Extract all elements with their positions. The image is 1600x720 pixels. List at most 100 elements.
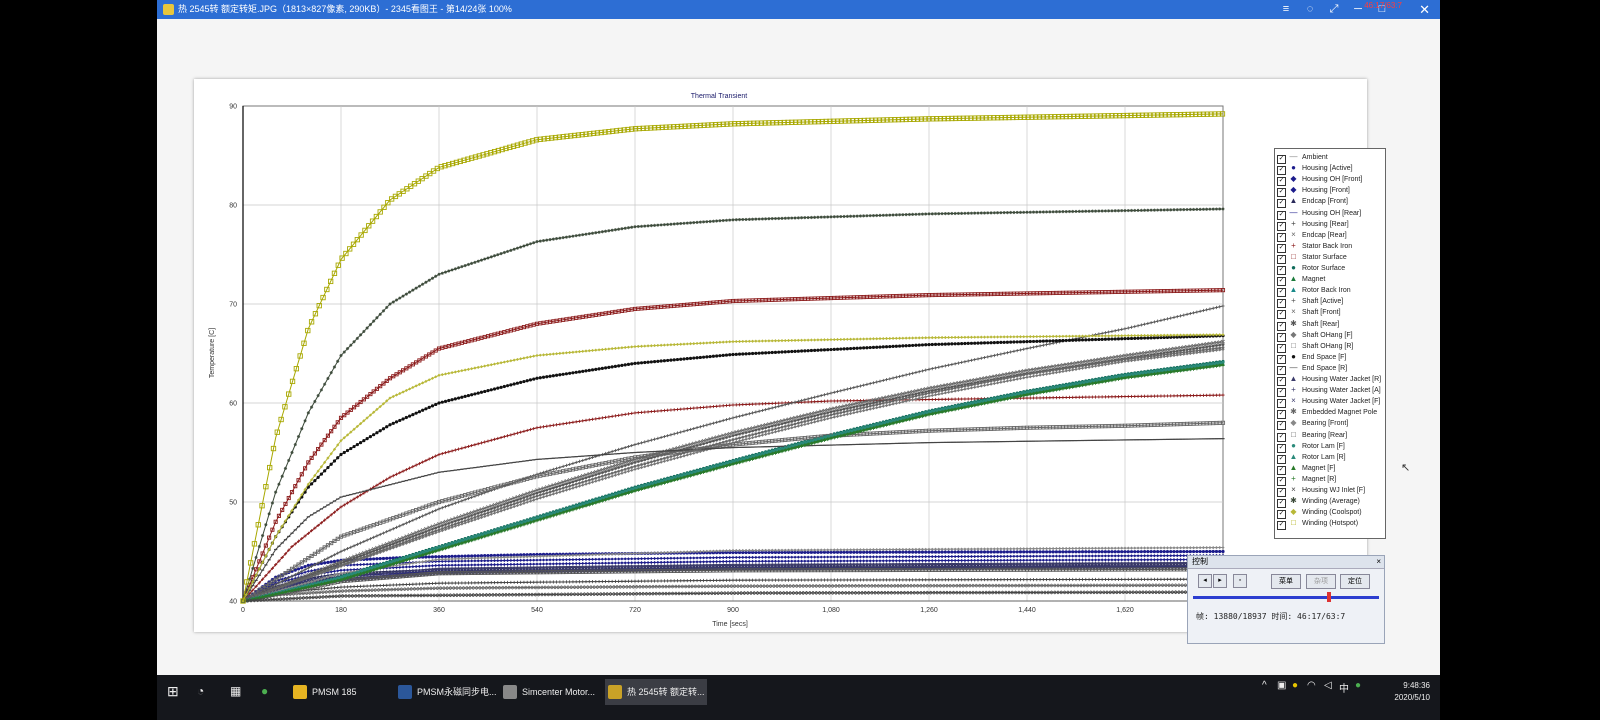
data-point (800, 600, 804, 602)
data-point (600, 600, 604, 602)
data-point (770, 600, 774, 602)
data-point (969, 600, 974, 602)
fullscreen-icon[interactable]: ⤢ (1328, 0, 1340, 19)
data-point (695, 443, 699, 448)
data-point (666, 600, 670, 602)
data-point (1188, 549, 1192, 554)
data-point (594, 600, 598, 602)
skin-icon[interactable]: ◌ (1304, 0, 1316, 19)
data-point (1178, 549, 1183, 554)
data-point (982, 600, 987, 602)
data-point (1159, 550, 1163, 554)
y-tick-label: 40 (229, 599, 237, 606)
data-point (649, 600, 653, 602)
data-point (796, 600, 800, 602)
data-point (323, 561, 327, 565)
data-point (1015, 550, 1019, 554)
data-point (388, 600, 392, 602)
data-point (313, 600, 317, 602)
data-point (450, 520, 454, 524)
data-point (584, 476, 588, 480)
data-point (950, 600, 954, 602)
data-point (1214, 549, 1219, 554)
data-point (372, 557, 376, 561)
data-point (718, 600, 722, 602)
data-point (460, 600, 464, 602)
data-point (561, 600, 565, 602)
data-point (933, 550, 938, 554)
data-point (1172, 600, 1176, 602)
data-point (1045, 600, 1049, 602)
data-point (1064, 550, 1068, 554)
data-point (1205, 549, 1209, 554)
data-point (437, 600, 441, 602)
data-point (1113, 600, 1117, 602)
data-point (813, 600, 817, 602)
data-point (316, 600, 320, 602)
close-icon[interactable]: ✕ (1419, 0, 1430, 19)
data-point (1214, 343, 1219, 348)
data-point (1067, 550, 1072, 554)
data-point (777, 422, 781, 427)
data-point (486, 508, 490, 512)
data-point (492, 600, 497, 602)
data-point (832, 409, 836, 413)
data-point (411, 600, 415, 602)
data-point (365, 600, 369, 602)
data-point (541, 600, 546, 602)
data-point (728, 600, 732, 602)
data-point (1015, 600, 1019, 602)
data-point (1009, 550, 1013, 554)
data-point (1139, 600, 1143, 602)
data-point (610, 600, 614, 602)
data-point (1172, 549, 1176, 554)
recording-time: 46:17/63:7 (1364, 1, 1402, 10)
data-point (1208, 549, 1212, 554)
data-point (368, 600, 372, 602)
data-point (293, 600, 297, 602)
data-point (780, 422, 784, 426)
data-point (767, 600, 771, 602)
data-point (639, 459, 644, 463)
data-point (1031, 600, 1036, 602)
data-point (754, 428, 758, 432)
data-point (587, 600, 591, 602)
menu-icon[interactable]: ≡ (1280, 0, 1292, 19)
data-point (1094, 550, 1098, 554)
data-point (963, 600, 967, 602)
data-point (878, 600, 882, 602)
data-point (966, 600, 970, 602)
data-point (300, 566, 304, 570)
minimize-icon[interactable]: ─ (1352, 0, 1364, 19)
data-point (849, 600, 853, 602)
data-point (780, 600, 784, 602)
data-point (522, 495, 526, 500)
data-point (891, 600, 895, 602)
data-point (956, 550, 961, 554)
data-point (1110, 550, 1114, 554)
data-point (973, 600, 977, 602)
data-point (979, 550, 983, 554)
data-point (323, 600, 327, 602)
data-point (1041, 600, 1045, 602)
data-point (607, 600, 611, 602)
data-point (378, 557, 382, 561)
data-point (424, 600, 428, 602)
data-point (803, 416, 807, 420)
data-point (607, 468, 611, 473)
data-point (296, 600, 301, 602)
x-tick-label: 1,260 (920, 607, 938, 614)
data-point (927, 600, 931, 602)
data-point (943, 600, 947, 602)
y-tick-label: 60 (229, 401, 237, 408)
data-point (708, 440, 712, 444)
data-point (898, 600, 902, 602)
data-point (1123, 600, 1127, 602)
data-point (953, 600, 957, 602)
data-point (656, 600, 660, 602)
data-point (372, 600, 376, 602)
data-point (679, 600, 683, 602)
data-point (1080, 550, 1085, 554)
data-point (819, 600, 823, 602)
data-point (829, 410, 833, 414)
